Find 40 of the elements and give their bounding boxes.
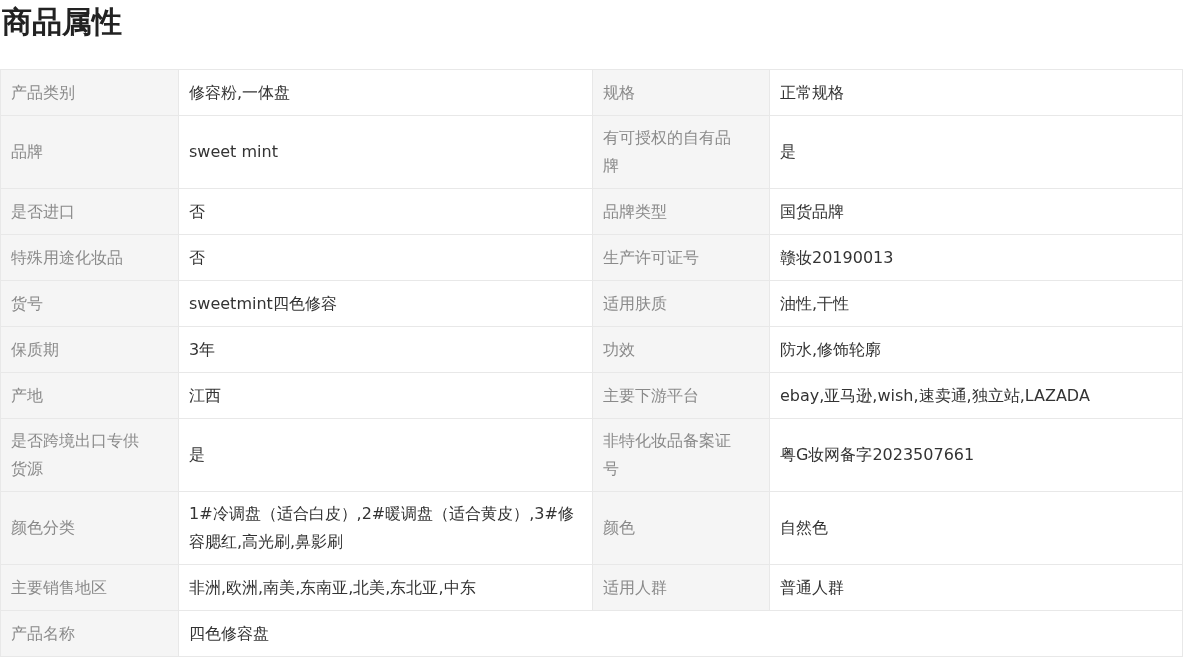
- attribute-label-cell: 颜色分类: [1, 492, 179, 565]
- section-title: 商品属性: [1, 3, 123, 41]
- attribute-label-cell: 产地: [1, 373, 179, 419]
- attribute-label-cell: 产品名称: [1, 611, 179, 657]
- attribute-value-cell: 赣妆20190013: [770, 235, 1183, 281]
- attribute-value-cell: 否: [179, 235, 593, 281]
- attribute-value-cell: sweetmint四色修容: [179, 281, 593, 327]
- attribute-label-cell: 是否进口: [1, 189, 179, 235]
- attribute-label-cell: 适用肤质: [593, 281, 770, 327]
- attribute-label-cell: 非特化妆品备案证号: [593, 419, 770, 492]
- attribute-label-cell: 主要销售地区: [1, 565, 179, 611]
- attribute-label-cell: 产品类别: [1, 70, 179, 116]
- attribute-label-cell: 有可授权的自有品牌: [593, 116, 770, 189]
- attribute-label-cell: 颜色: [593, 492, 770, 565]
- attribute-label-cell: 品牌类型: [593, 189, 770, 235]
- attribute-value-cell: 国货品牌: [770, 189, 1183, 235]
- attribute-value-cell: 粤G妆网备字2023507661: [770, 419, 1183, 492]
- attribute-value-cell: 油性,干性: [770, 281, 1183, 327]
- attribute-value-cell: 四色修容盘: [179, 611, 1183, 657]
- attribute-label-cell: 是否跨境出口专供货源: [1, 419, 179, 492]
- attribute-label-cell: 特殊用途化妆品: [1, 235, 179, 281]
- attribute-value-cell: 自然色: [770, 492, 1183, 565]
- attribute-value-cell: 防水,修饰轮廓: [770, 327, 1183, 373]
- attribute-label-cell: 保质期: [1, 327, 179, 373]
- attribute-value-cell: 普通人群: [770, 565, 1183, 611]
- attribute-value-cell: 3年: [179, 327, 593, 373]
- attribute-value-cell: 修容粉,一体盘: [179, 70, 593, 116]
- attribute-value-cell: 正常规格: [770, 70, 1183, 116]
- attribute-value-cell: 是: [770, 116, 1183, 189]
- attribute-label-cell: 品牌: [1, 116, 179, 189]
- attribute-label-cell: 主要下游平台: [593, 373, 770, 419]
- attribute-value-cell: 非洲,欧洲,南美,东南亚,北美,东北亚,中东: [179, 565, 593, 611]
- attribute-label-cell: 适用人群: [593, 565, 770, 611]
- attribute-label-cell: 货号: [1, 281, 179, 327]
- attribute-value-cell: ebay,亚马逊,wish,速卖通,独立站,LAZADA: [770, 373, 1183, 419]
- attribute-label-cell: 规格: [593, 70, 770, 116]
- attribute-value-cell: 否: [179, 189, 593, 235]
- attribute-label-cell: 功效: [593, 327, 770, 373]
- attribute-label-cell: 生产许可证号: [593, 235, 770, 281]
- attribute-value-cell: 江西: [179, 373, 593, 419]
